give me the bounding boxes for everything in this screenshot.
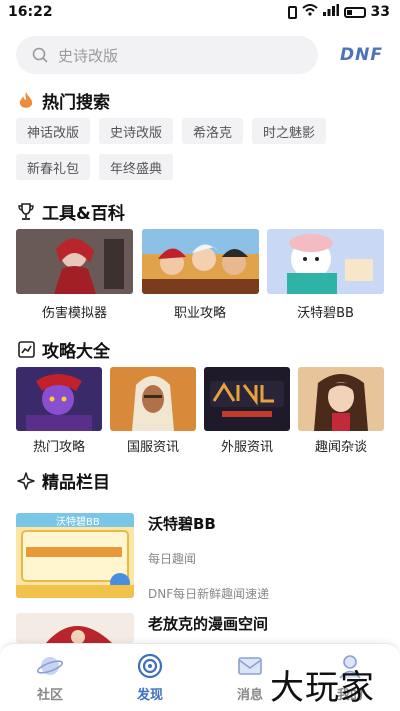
column-description: DNF每日新鲜趣闻速递 — [148, 587, 270, 601]
battery-icon — [343, 6, 366, 18]
guide-label: 外服资讯 — [220, 440, 273, 455]
guide-thumbnail — [16, 367, 102, 431]
guide-card-trivia[interactable]: 趣闻杂谈 — [298, 367, 384, 455]
guide-card-hot[interactable]: 热门攻略 — [16, 367, 102, 455]
tool-label: 沃特碧BB — [297, 306, 354, 321]
column-item-wotebi[interactable]: 沃特碧BB 沃特碧BB 每日趣闻 DNF每日新鲜趣闻速递 — [16, 513, 384, 602]
hot-search-title: 热门搜索 — [16, 88, 110, 113]
guide-book-icon — [16, 340, 36, 360]
guide-label: 国服资讯 — [126, 440, 179, 455]
tab-label: 社区 — [36, 688, 63, 703]
guide-thumbnail — [298, 367, 384, 431]
tools-label: 工具&百科 — [42, 204, 125, 224]
column-title: 沃特碧BB — [148, 515, 216, 533]
hot-tag[interactable]: 年终盛典 — [99, 154, 174, 180]
columns-label: 精品栏目 — [42, 473, 110, 493]
tool-label: 伤害模拟器 — [41, 306, 107, 321]
guide-label: 趣闻杂谈 — [314, 440, 367, 455]
tool-card-damage-simulator[interactable]: 伤害模拟器 — [16, 229, 133, 321]
wifi-icon — [301, 4, 318, 20]
column-item-comic[interactable]: 老放克的漫画空间 — [16, 613, 384, 643]
tab-discover[interactable]: 发现 — [100, 644, 200, 711]
planet-icon — [37, 653, 63, 679]
tab-label: 发现 — [136, 688, 163, 703]
dnf-logo[interactable]: DNF — [340, 45, 383, 65]
hot-tag[interactable]: 史诗改版 — [99, 118, 174, 144]
status-time: 16:22 — [8, 4, 53, 20]
tool-thumbnail — [267, 229, 384, 294]
column-title: 老放克的漫画空间 — [148, 615, 269, 633]
columns-title: 精品栏目 — [16, 468, 110, 493]
envelope-icon — [237, 653, 263, 679]
tools-title: 工具&百科 — [16, 199, 125, 224]
guide-label: 热门攻略 — [32, 440, 85, 455]
column-info: 老放克的漫画空间 — [148, 613, 384, 643]
guide-thumbnail — [204, 367, 290, 431]
hot-tag[interactable]: 新春礼包 — [16, 154, 91, 180]
discover-target-icon — [137, 653, 163, 679]
search-input[interactable]: 史诗改版 — [16, 36, 318, 74]
tool-thumbnail — [141, 229, 259, 294]
guide-thumbnail — [110, 367, 196, 431]
vibrate-icon — [287, 5, 297, 19]
search-row: 史诗改版 DNF — [16, 36, 384, 74]
sparkle-icon — [16, 471, 36, 491]
guides-title: 攻略大全 — [16, 337, 110, 362]
tab-label: 消息 — [236, 688, 263, 703]
guides-label: 攻略大全 — [42, 342, 110, 362]
status-bar: 16:22 33 — [0, 0, 400, 24]
hot-tags: 神话改版 史诗改版 希洛克 时之魅影 新春礼包 年终盛典 — [16, 118, 384, 180]
search-icon — [32, 47, 48, 63]
hot-tag[interactable]: 时之魅影 — [252, 118, 327, 144]
guide-card-cn-news[interactable]: 国服资讯 — [110, 367, 196, 455]
guides-grid: 热门攻略 国服资讯 外服资讯 趣闻杂谈 — [16, 367, 384, 455]
column-thumbnail — [16, 613, 134, 643]
watermark-logo: 大玩家 — [270, 668, 375, 708]
column-thumbnail: 沃特碧BB — [16, 513, 134, 598]
search-placeholder: 史诗改版 — [58, 46, 119, 65]
tool-label: 职业攻略 — [173, 306, 226, 321]
signal-icon — [322, 4, 339, 20]
tool-card-wotebi-bb[interactable]: 沃特碧BB — [267, 229, 384, 321]
tab-community[interactable]: 社区 — [0, 644, 100, 711]
hot-tag[interactable]: 希洛克 — [182, 118, 244, 144]
column-info: 沃特碧BB 每日趣闻 DNF每日新鲜趣闻速递 — [148, 513, 384, 602]
battery-level: 33 — [370, 4, 390, 20]
flame-icon — [16, 91, 36, 111]
tools-grid: 伤害模拟器 职业攻略 沃特碧BB — [16, 229, 384, 321]
tool-thumbnail — [16, 229, 133, 294]
tool-card-class-guide[interactable]: 职业攻略 — [141, 229, 259, 321]
hot-tag[interactable]: 神话改版 — [16, 118, 91, 144]
status-icons: 33 — [287, 4, 390, 20]
trophy-icon — [16, 202, 36, 222]
column-thumb-text: 沃特碧BB — [56, 516, 100, 528]
guide-card-global-news[interactable]: 外服资讯 — [204, 367, 290, 455]
hot-search-label: 热门搜索 — [42, 93, 110, 113]
column-subtitle: 每日趣闻 — [148, 552, 197, 566]
